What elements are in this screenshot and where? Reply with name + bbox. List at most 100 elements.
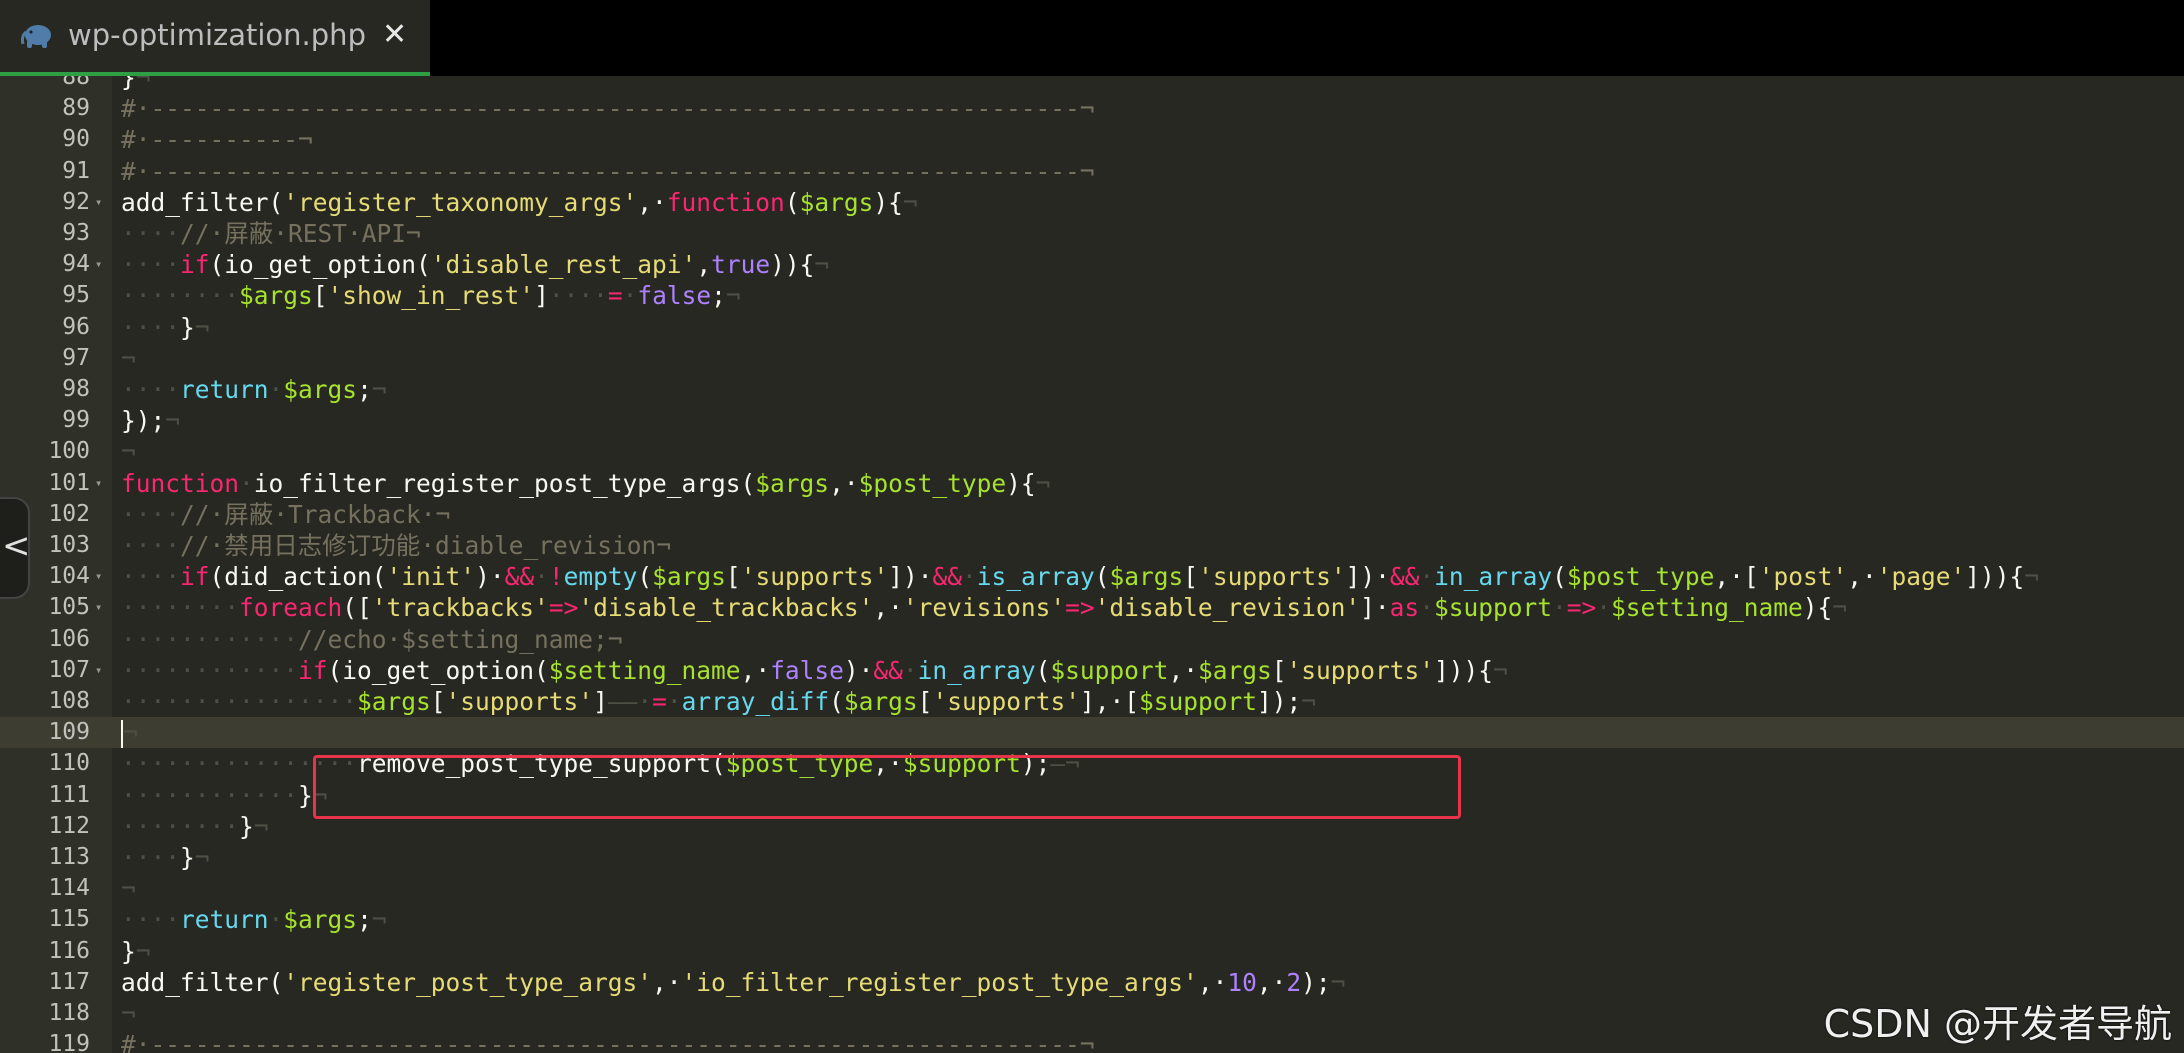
code-token: $args	[755, 468, 830, 498]
code-token: ,·	[1197, 967, 1228, 997]
code-text: ········$args['show_in_rest']····=·false…	[121, 280, 741, 311]
code-token: 'io_filter_register_post_type_args'	[681, 967, 1198, 997]
fold-arrow-icon[interactable]: ▾	[95, 249, 107, 280]
code-text: ¬	[121, 436, 136, 467]
code-token: //·屏蔽·Trackback·¬	[180, 499, 451, 529]
code-token: ····	[121, 562, 181, 592]
code-token: ····	[121, 312, 181, 342]
fold-arrow-icon[interactable]: ▾	[95, 187, 107, 218]
code-token: 'supports'	[932, 687, 1080, 716]
code-token: ················	[121, 687, 358, 716]
code-line[interactable]: 113 ····}¬	[0, 842, 2184, 873]
code-line[interactable]: 107 ▾ ············if(io_get_option($settin…	[0, 655, 2184, 686]
code-line[interactable]: 98 ····return·$args;¬	[0, 374, 2184, 405]
code-token: ¬	[1330, 967, 1346, 997]
code-token: //·禁用日志修订功能·diable_revision¬	[180, 531, 672, 560]
code-token: false	[637, 281, 712, 311]
code-line[interactable]: 102 ····//·屏蔽·Trackback·¬	[0, 499, 2184, 530]
code-line[interactable]: 93 ····//·屏蔽·REST·API¬	[0, 218, 2184, 249]
fold-arrow-icon[interactable]: ▾	[95, 468, 107, 499]
code-line[interactable]: 115 ····return·$args;¬	[0, 904, 2184, 935]
code-token: add_filter(	[121, 967, 284, 997]
code-token: 'supports'	[445, 687, 594, 716]
code-line[interactable]: 88}¬	[0, 76, 2184, 93]
code-token: #·----------¬	[121, 125, 313, 155]
code-token: ¬	[121, 437, 136, 467]
code-line[interactable]: 105 ▾ ········foreach(['trackbacks'=>'disa…	[0, 592, 2184, 623]
code-token: ——·	[607, 687, 653, 716]
code-token: }	[121, 76, 136, 92]
code-text: function·io_filter_register_post_type_ar…	[121, 468, 1050, 499]
code-line[interactable]: 99});¬	[0, 405, 2184, 436]
code-line[interactable]: 108 ················$args['supports']——·=…	[0, 686, 2184, 717]
code-token: (did_action(	[209, 562, 387, 592]
code-line[interactable]: 90 #·----------¬	[0, 124, 2184, 155]
code-token: 'supports'	[1198, 562, 1346, 592]
code-line[interactable]: 116}¬	[0, 936, 2184, 967]
code-token: ¬	[253, 811, 269, 841]
code-token: ¬	[121, 343, 136, 373]
code-line[interactable]: 96 ····}¬	[0, 312, 2184, 343]
code-token: [	[430, 687, 446, 716]
code-line[interactable]: 104 ▾ ····if(did_action('init')·&&·!empty(…	[0, 561, 2184, 592]
line-number: 89	[62, 95, 90, 122]
code-token: $args	[843, 687, 918, 716]
code-token: 'disable_revision'	[1094, 593, 1361, 623]
sidebar-toggle-button[interactable]: <	[0, 497, 31, 599]
code-token: is_array	[976, 562, 1095, 592]
code-token: ············	[121, 780, 299, 810]
code-line[interactable]: 94 ▾ ····if(io_get_option('disable_rest_ap…	[0, 249, 2184, 280]
line-number: 116	[48, 937, 90, 964]
code-token: $args	[799, 187, 874, 217]
code-token: ,·	[873, 593, 903, 623]
code-token: &&	[873, 655, 903, 685]
code-token: $support	[1433, 593, 1552, 623]
code-token: in_array	[917, 655, 1036, 685]
code-line[interactable]: 100 ¬	[0, 436, 2184, 467]
code-token: function	[666, 187, 785, 217]
close-icon[interactable]: ✕	[382, 14, 407, 56]
code-line[interactable]: 92 ▾ add_filter('register_taxonomy_args',·…	[0, 187, 2184, 218]
code-line[interactable]: 109 ¬	[0, 717, 2184, 749]
code-token: ,·	[1168, 655, 1198, 685]
code-token: ¬	[371, 905, 387, 935]
code-token: if	[180, 562, 210, 592]
code-token: ·	[239, 468, 254, 498]
code-token: $args	[357, 687, 431, 716]
code-line[interactable]: 91 #·------------------------------------…	[0, 156, 2184, 187]
code-editor[interactable]: 88}¬ 89 #·--------------------------------…	[0, 76, 2184, 1053]
code-line[interactable]: 89 #·------------------------------------…	[0, 93, 2184, 124]
tab-wp-optimization[interactable]: wp-optimization.php ✕	[0, 0, 430, 76]
line-number: 93	[62, 220, 90, 246]
code-token: #·--------------------------------------…	[121, 1030, 1095, 1053]
code-line[interactable]: 101 ▾ function·io_filter_register_post_typ…	[0, 468, 2184, 499]
code-token: return	[180, 905, 269, 935]
code-line[interactable]: 114 ¬	[0, 873, 2184, 904]
code-text: ········foreach(['trackbacks'=>'disable_…	[121, 592, 1847, 623]
code-token: 'register_taxonomy_args'	[283, 187, 638, 217]
code-token: ····	[548, 281, 608, 311]
code-token: ¬	[1493, 655, 1508, 685]
fold-arrow-icon[interactable]: ▾	[95, 561, 107, 592]
code-token: ¬	[371, 375, 387, 404]
code-line[interactable]: 103 ····//·禁用日志修订功能·diable_revision¬	[0, 530, 2184, 561]
code-token: 'disable_rest_api'	[430, 250, 697, 280]
code-text: #·----------¬	[121, 124, 313, 155]
line-number: 115	[48, 906, 90, 933]
code-token: ····	[121, 250, 181, 280]
code-line[interactable]: 117 add_filter('register_post_type_args',…	[0, 967, 2184, 998]
code-line[interactable]: 106 ············//echo·$setting_name;¬	[0, 624, 2184, 655]
code-line[interactable]: 95 ········$args['show_in_rest']····=·fal…	[0, 280, 2184, 311]
fold-arrow-icon[interactable]: ▾	[95, 592, 107, 623]
code-token: as	[1389, 593, 1420, 623]
fold-arrow-icon[interactable]: ▾	[95, 655, 107, 686]
line-number: 96	[62, 313, 90, 340]
code-token: }	[298, 780, 313, 810]
code-token: ····	[121, 905, 181, 935]
code-line[interactable]: 97 ¬	[0, 343, 2184, 374]
code-text: ····//·禁用日志修订功能·diable_revision¬	[121, 530, 671, 561]
line-number: 119	[48, 1031, 90, 1053]
code-token: ]	[534, 281, 549, 311]
code-token: ¬	[135, 936, 151, 966]
highlight-annotation-box	[313, 755, 1461, 819]
